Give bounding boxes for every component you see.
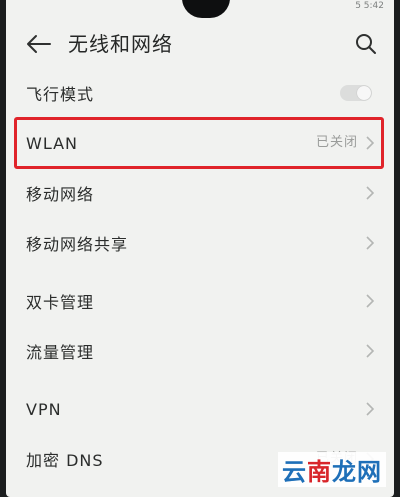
phone-screen: 5 5:42 无线和网络 飞行模式 WLAN 已关闭 移动网络 移动网络共享 双…: [6, 0, 394, 497]
row-label: 双卡管理: [26, 293, 95, 312]
row-airplane-mode[interactable]: 飞行模式: [6, 68, 394, 118]
row-label: 移动网络共享: [26, 235, 129, 254]
search-icon[interactable]: [354, 32, 378, 56]
watermark-logo: 云南龙网: [278, 452, 386, 487]
toggle-knob: [357, 86, 371, 100]
row-mobile-network[interactable]: 移动网络: [6, 168, 394, 218]
chevron-right-icon: [366, 136, 374, 150]
chevron-right-icon: [366, 344, 374, 358]
row-wlan[interactable]: WLAN 已关闭: [6, 118, 394, 168]
row-tethering[interactable]: 移动网络共享: [6, 218, 394, 268]
chevron-right-icon: [366, 294, 374, 308]
watermark-part: 南: [307, 457, 332, 486]
row-dual-sim[interactable]: 双卡管理: [6, 276, 394, 326]
row-vpn[interactable]: VPN: [6, 384, 394, 434]
back-arrow-icon[interactable]: [26, 34, 52, 54]
row-label: WLAN: [26, 133, 79, 153]
chevron-right-icon: [366, 236, 374, 250]
header: 无线和网络: [6, 24, 394, 64]
row-label: 加密 DNS: [26, 451, 104, 470]
row-label: 移动网络: [26, 185, 95, 204]
status-bar: 5 5:42: [355, 1, 384, 11]
chevron-right-icon: [366, 402, 374, 416]
airplane-mode-toggle[interactable]: [340, 85, 372, 101]
row-label: 流量管理: [26, 343, 95, 362]
watermark-part: 云: [282, 457, 307, 486]
page-title: 无线和网络: [68, 32, 173, 56]
row-data-usage[interactable]: 流量管理: [6, 326, 394, 376]
settings-list: 飞行模式 WLAN 已关闭 移动网络 移动网络共享 双卡管理 流量管理 VPN …: [6, 68, 394, 484]
watermark-part: 龙网: [332, 457, 382, 486]
row-value: 已关闭: [315, 135, 358, 150]
chevron-right-icon: [366, 186, 374, 200]
row-label: VPN: [26, 399, 62, 419]
row-label: 飞行模式: [26, 85, 95, 104]
camera-notch: [182, 0, 230, 18]
